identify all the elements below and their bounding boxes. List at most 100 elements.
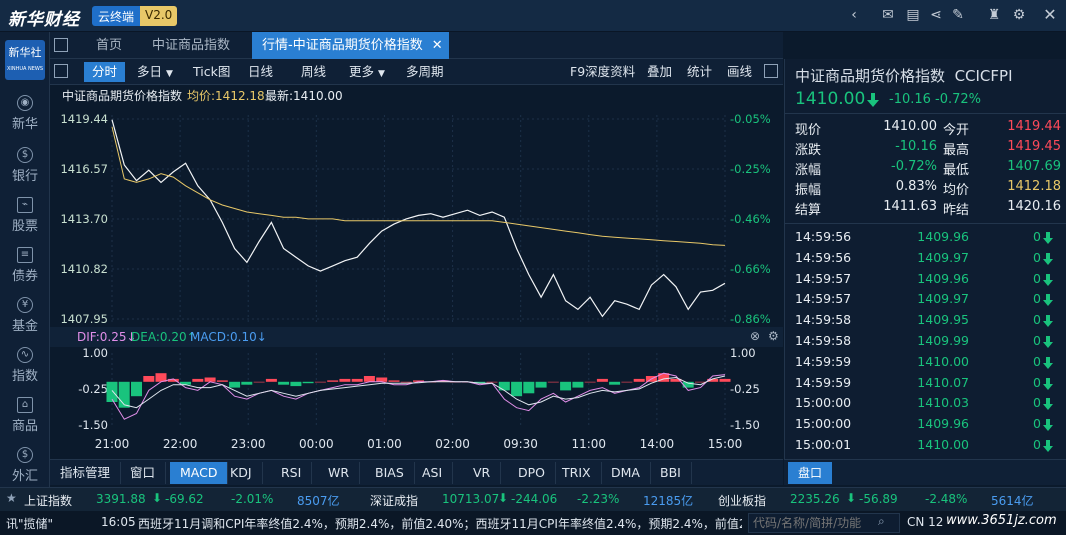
xinhua-logo[interactable]: 新华社 XINHUA NEWS	[5, 40, 45, 80]
tick-volume: 0	[1033, 416, 1041, 432]
period-intraday[interactable]: 分时	[84, 62, 126, 82]
indicator-tab-指标管理[interactable]: 指标管理	[50, 462, 122, 484]
sidebar-item-stock[interactable]: ⌁ 股票	[0, 197, 50, 234]
sidebar-item-label: 指数	[11, 369, 38, 384]
tick-row: 14:59:57 1409.96 0	[795, 271, 1061, 292]
quote-row: 现价 1410.00 今开 1419.44	[795, 119, 1061, 139]
indicator-tab-trix[interactable]: TRIX	[552, 462, 602, 484]
more-label: 更多	[349, 64, 375, 79]
quote-value: 1411.63	[883, 199, 937, 214]
down-arrow-icon: ⬇	[152, 491, 163, 505]
quote-value: 1420.16	[1007, 199, 1061, 214]
stats-button[interactable]: 统计	[679, 62, 720, 82]
quote-label: 今开	[943, 123, 970, 138]
indicator-tab-vr[interactable]: VR	[463, 462, 502, 484]
market-code: CN 12	[907, 515, 944, 529]
more-menu[interactable]: 更多 ▼	[341, 62, 393, 82]
tab-csi-commodity[interactable]: 中证商品指数	[142, 32, 240, 59]
macd-bar	[229, 381, 241, 388]
sidebar-item-forex[interactable]: $ 外汇	[0, 447, 50, 484]
macd-bar	[278, 381, 290, 385]
ticker-name[interactable]: 上证指数	[24, 492, 72, 509]
multi-period[interactable]: 多周期	[398, 62, 452, 82]
close-icon[interactable]: ✕	[1042, 7, 1058, 23]
macd-bar	[106, 381, 118, 402]
index-icon: ∿	[17, 347, 33, 363]
panel-toggle-icon[interactable]	[54, 38, 68, 52]
tab-home[interactable]: 首页	[86, 32, 132, 59]
quote-label: 均价	[943, 183, 970, 198]
chat-icon[interactable]: ▤	[905, 7, 921, 23]
tab-quote[interactable]: 行情-中证商品期货价格指数 ✕	[252, 32, 449, 59]
sidebar-item-bond[interactable]: ≡ 债券	[0, 247, 50, 284]
sidebar-item-label: 基金	[11, 319, 38, 334]
macd-bar	[498, 381, 510, 391]
tick-row: 14:59:56 1409.97 0	[795, 250, 1061, 271]
ticker-amount: 5614亿	[991, 494, 1034, 508]
layout-icon[interactable]	[54, 64, 68, 78]
indicator-tab-kdj[interactable]: KDJ	[220, 462, 263, 484]
indicator-tab-窗口[interactable]: 窗口	[120, 462, 167, 484]
sidebar-item-index[interactable]: ∿ 指数	[0, 347, 50, 384]
indicator-tab-rsi[interactable]: RSI	[271, 462, 313, 484]
x-tick-label: 15:00	[708, 437, 743, 451]
y-tick-label: 1419.44	[60, 112, 108, 126]
search-icon[interactable]: ⌕	[878, 514, 885, 529]
indicator-tab-wr[interactable]: WR	[318, 462, 361, 484]
sidebar-item-label: 银行	[11, 169, 38, 184]
sidebar-item-fund[interactable]: ¥ 基金	[0, 297, 50, 334]
macd-bar	[535, 381, 547, 388]
mail-icon[interactable]: ✉	[880, 7, 896, 23]
collapse-panel-icon[interactable]	[764, 64, 778, 78]
sidebar-item-xinhua[interactable]: ◉ 新华	[0, 95, 50, 132]
overlay-button[interactable]: 叠加	[639, 62, 680, 82]
macd-bar	[400, 381, 412, 383]
quote-title: 中证商品期货价格指数 CCICFPI	[795, 65, 1013, 86]
intraday-chart[interactable]: 1419.44 1416.57 1413.70 1410.82 1407.95 -0.05…	[50, 85, 783, 459]
cloud-badge[interactable]: 云终端 V2.0	[92, 6, 178, 26]
ticker-change: -69.62	[165, 492, 204, 506]
f9-data[interactable]: F9深度资料	[562, 62, 643, 82]
skin-icon[interactable]: ♜	[986, 7, 1002, 23]
back-icon[interactable]: ‹	[846, 7, 862, 23]
note-icon[interactable]: ✎	[950, 7, 966, 23]
ticker-name[interactable]: 创业板指	[718, 492, 766, 509]
tick-time: 14:59:57	[795, 270, 852, 286]
indicator-tab-dpo[interactable]: DPO	[508, 462, 557, 484]
tick-time: 14:59:58	[795, 333, 852, 348]
tab-quote-label: 行情-中证商品期货价格指数	[262, 38, 423, 53]
tick-price: 1409.97	[917, 291, 969, 307]
brand-name: 新华社	[8, 46, 42, 59]
indicator-tab-dma[interactable]: DMA	[601, 462, 651, 484]
draw-button[interactable]: 画线	[719, 62, 760, 82]
down-arrow-icon: ⬇	[846, 491, 857, 505]
x-tick-label: 21:00	[95, 437, 130, 451]
tick-price: 1410.07	[917, 374, 969, 390]
down-arrow-icon	[867, 93, 879, 107]
macd-y-label: 1.00	[730, 346, 756, 360]
watermark: www.3651jz.com	[946, 513, 1057, 528]
indicator-tab-bbi[interactable]: BBI	[650, 462, 692, 484]
down-arrow-icon	[1043, 377, 1053, 390]
indicator-tab-bias[interactable]: BIAS	[365, 462, 415, 484]
tick-row: 14:59:59 1410.00 0	[795, 354, 1061, 375]
period-daily[interactable]: 日线	[240, 62, 281, 82]
period-weekly[interactable]: 周线	[293, 62, 334, 82]
chevron-down-icon: ▼	[378, 69, 385, 79]
ticker-name[interactable]: 深证成指	[370, 492, 418, 509]
tab-orderbook[interactable]: 盘口	[788, 462, 833, 484]
macd-bar	[241, 381, 253, 385]
share-icon[interactable]: ⋖	[928, 7, 944, 23]
period-tick[interactable]: Tick图	[185, 62, 238, 82]
sidebar-item-commodity[interactable]: ⌂ 商品	[0, 397, 50, 434]
indicator-tab-asi[interactable]: ASI	[412, 462, 454, 484]
tab-close-icon[interactable]: ✕	[432, 32, 443, 59]
down-arrow-icon: ⬇	[498, 491, 509, 505]
macd-bar	[584, 381, 596, 383]
gear-icon[interactable]: ⚙	[1011, 7, 1027, 23]
period-multiday[interactable]: 多日 ▼	[129, 62, 181, 82]
quote-label: 最低	[943, 163, 970, 178]
sidebar-item-bank[interactable]: $ 银行	[0, 147, 50, 184]
news-headline[interactable]: 西班牙11月调和CPI年率终值2.4%，预期2.4%，前值2.40%；西班牙11…	[138, 515, 742, 532]
x-tick-label: 11:00	[571, 437, 606, 451]
